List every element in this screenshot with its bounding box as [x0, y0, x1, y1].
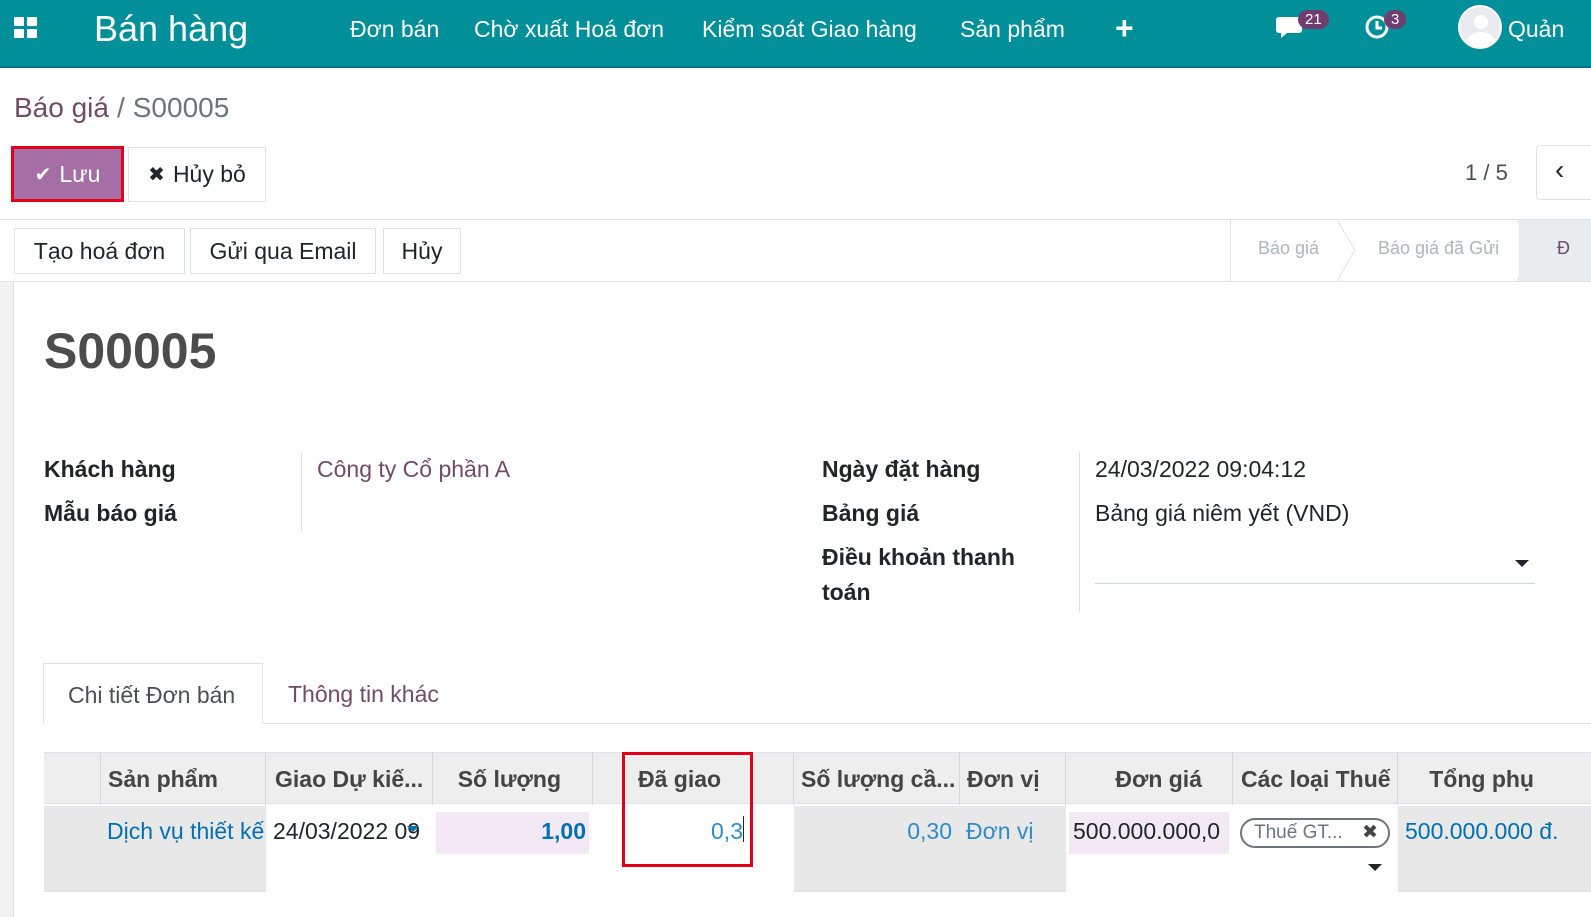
col-delivery-date[interactable]: Giao Dự kiế... [266, 753, 433, 805]
messages-badge: 21 [1298, 10, 1329, 29]
app-brand[interactable]: Bán hàng [94, 8, 248, 50]
field-separator [301, 452, 302, 532]
menu-to-invoice[interactable]: Chờ xuất Hoá đơn [474, 16, 664, 43]
order-date-field[interactable]: 24/03/2022 09:04:12 [1095, 456, 1306, 483]
cancel-order-button[interactable]: Hủy [383, 228, 461, 274]
pager-previous-button[interactable]: ‹ [1536, 145, 1591, 200]
payment-terms-select[interactable] [1095, 583, 1535, 584]
col-qty-to-invoice[interactable]: Số lượng cầ... [794, 753, 960, 805]
payment-terms-label: Điều khoản thanh [822, 544, 1015, 570]
apps-menu-icon[interactable] [14, 17, 38, 39]
pager-value[interactable]: 1 / 5 [1465, 160, 1508, 186]
pricelist-label: Bảng giá [822, 500, 920, 526]
subtotal-cell: 500.000.000 đ. [1405, 818, 1559, 844]
send-email-button[interactable]: Gửi qua Email [190, 228, 376, 274]
sheet-margin [0, 282, 14, 917]
qty-to-invoice-cell: 0,30 [907, 818, 952, 844]
col-taxes[interactable]: Các loại Thuế [1233, 753, 1398, 805]
activities-badge: 3 [1384, 10, 1407, 29]
status-step-quotation[interactable]: Báo giá [1258, 238, 1319, 259]
tabs-baseline [44, 723, 1591, 724]
tab-order-lines[interactable]: Chi tiết Đơn bán [43, 663, 263, 724]
status-step-quotation-sent[interactable]: Báo giá đã Gửi [1378, 238, 1499, 259]
order-date-label: Ngày đặt hàng [822, 456, 981, 482]
save-button[interactable]: ✔ Lưu [11, 146, 124, 202]
order-lines-header: Sản phẩm Giao Dự kiế... Số lượng Đã giao… [44, 752, 1591, 805]
col-product[interactable]: Sản phẩm [101, 753, 266, 805]
menu-sales-orders[interactable]: Đơn bán [350, 16, 439, 43]
menu-products[interactable]: Sản phẩm [960, 16, 1065, 43]
tax-tag-label: Thuế GT... [1254, 822, 1343, 843]
delivery-date-input[interactable]: 24/03/2022 09 [273, 818, 426, 845]
discard-label: Hủy bỏ [172, 161, 246, 187]
save-label: Lưu [59, 160, 101, 187]
document-title: S00005 [44, 323, 217, 379]
breadcrumb-current: S00005 [132, 92, 230, 123]
status-step-active[interactable]: Đ [1519, 220, 1591, 281]
handle-column-header [44, 753, 101, 805]
col-subtotal[interactable]: Tổng phụ [1398, 753, 1591, 805]
user-avatar[interactable] [1458, 5, 1502, 49]
customer-field[interactable]: Công ty Cổ phần A [317, 456, 510, 483]
pricelist-field[interactable]: Bảng giá niêm yết (VND) [1095, 500, 1349, 527]
plus-icon[interactable]: + [1115, 10, 1134, 47]
create-invoice-button[interactable]: Tạo hoá đơn [14, 228, 185, 274]
status-chevron [1337, 220, 1356, 281]
chevron-left-icon: ‹ [1555, 154, 1565, 185]
menu-delivery-control[interactable]: Kiểm soát Giao hàng [702, 16, 917, 43]
status-step-active-label: Đ [1557, 238, 1570, 258]
product-cell[interactable]: Dịch vụ thiết kế [107, 818, 267, 845]
payment-terms-label-line2: toán [822, 579, 871, 605]
delivered-highlight-box [622, 752, 753, 867]
tab-other-info[interactable]: Thông tin khác [288, 681, 439, 708]
field-separator [1079, 452, 1080, 612]
user-name[interactable]: Quản [1508, 16, 1564, 43]
col-uom[interactable]: Đơn vị [960, 753, 1066, 805]
quotation-template-label: Mẫu báo giá [44, 500, 177, 526]
status-bar: Báo giá Báo giá đã Gửi Đ [1230, 220, 1591, 281]
chevron-down-icon[interactable] [1515, 560, 1529, 567]
close-icon: ✖ [148, 164, 165, 186]
remove-tag-icon[interactable]: ✖ [1362, 821, 1378, 844]
uom-cell[interactable]: Đơn vị [966, 818, 1061, 845]
check-icon: ✔ [34, 163, 52, 186]
unit-price-input[interactable]: 500.000.000,0 [1073, 818, 1229, 845]
customer-label: Khách hàng [44, 456, 176, 482]
quantity-input[interactable]: 1,00 [436, 818, 586, 845]
header-divider [0, 281, 1591, 282]
breadcrumb-quotations-link[interactable]: Báo giá [14, 92, 109, 123]
chevron-down-icon[interactable] [407, 826, 419, 832]
breadcrumb: Báo giá / S00005 [14, 92, 229, 124]
chevron-down-icon[interactable] [1368, 864, 1382, 871]
col-quantity[interactable]: Số lượng [433, 753, 593, 805]
col-unit-price[interactable]: Đơn giá [1066, 753, 1233, 805]
breadcrumb-separator: / [116, 92, 125, 123]
top-navbar: Bán hàng Đơn bán Chờ xuất Hoá đơn Kiểm s… [0, 0, 1591, 68]
discard-button[interactable]: ✖ Hủy bỏ [128, 147, 266, 202]
tax-tag[interactable]: Thuế GT... ✖ [1240, 818, 1390, 848]
